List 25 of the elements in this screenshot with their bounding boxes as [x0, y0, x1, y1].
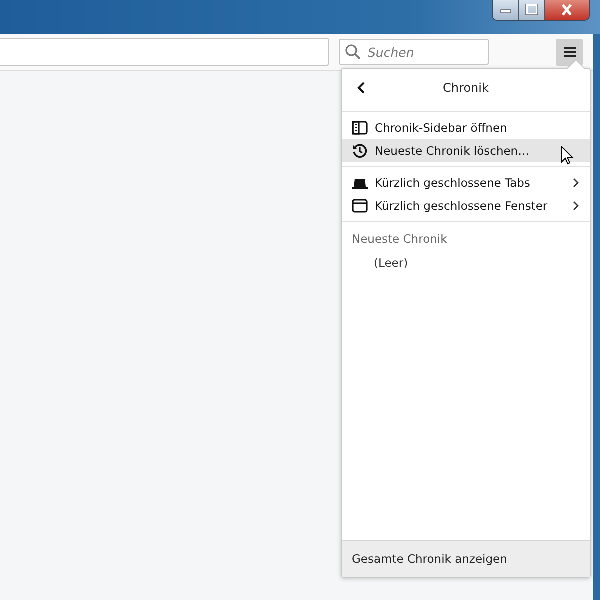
- menu-button[interactable]: [556, 38, 583, 66]
- close-icon: [560, 4, 574, 16]
- menu-icon: [562, 46, 576, 58]
- search-field[interactable]: Suchen: [339, 39, 489, 65]
- history-icon: [352, 142, 368, 158]
- show-all-history-button[interactable]: Gesamte Chronik anzeigen: [342, 540, 590, 577]
- maximize-icon: [524, 4, 538, 16]
- sidebar-icon: [352, 120, 368, 134]
- maximize-button[interactable]: [519, 0, 545, 20]
- empty-label: (Leer): [373, 256, 410, 270]
- panel-title: Chronik: [443, 81, 489, 95]
- menu-item[interactable]: Chronik-Sidebar öffnen: [342, 116, 590, 139]
- chevron-icon: [573, 200, 580, 210]
- chevron-icon: [573, 178, 580, 188]
- section-heading: Neueste Chronik: [352, 232, 448, 246]
- window-icon: [352, 198, 368, 212]
- tab-icon: [352, 176, 368, 188]
- address-field[interactable]: [0, 38, 329, 66]
- minimize-button[interactable]: [493, 0, 519, 20]
- search-icon: [345, 44, 361, 60]
- close-button[interactable]: [545, 0, 589, 20]
- menu-item[interactable]: Kürzlich geschlossene Fenster: [342, 194, 590, 217]
- menu-item[interactable]: Kürzlich geschlossene Tabs: [342, 171, 590, 194]
- menu-item[interactable]: Neueste Chronik löschen…: [342, 139, 590, 162]
- cursor-icon: [561, 146, 574, 165]
